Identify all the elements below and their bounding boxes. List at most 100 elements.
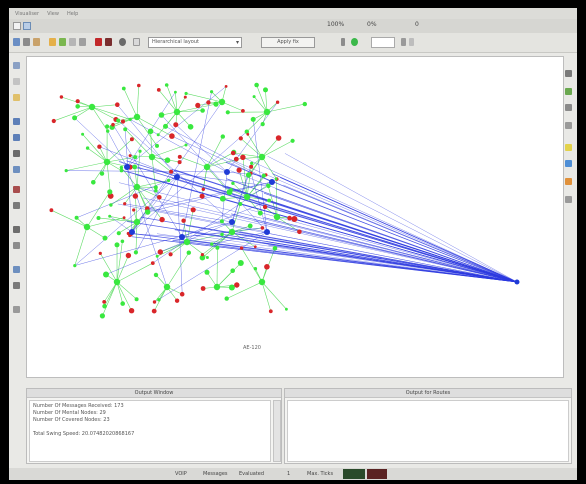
properties-tool-icon[interactable] bbox=[565, 196, 572, 203]
panel-tool-icon[interactable] bbox=[565, 70, 572, 77]
graph-hub-node bbox=[174, 174, 180, 180]
graph-node bbox=[204, 269, 210, 275]
graph-node bbox=[234, 282, 240, 288]
info-tool-icon[interactable] bbox=[13, 266, 20, 273]
graph-edge bbox=[261, 281, 272, 312]
new-file-icon[interactable] bbox=[13, 22, 21, 30]
search-tool-icon[interactable] bbox=[13, 282, 20, 289]
settings-tool-icon[interactable] bbox=[119, 38, 126, 46]
graph-node bbox=[228, 228, 236, 236]
graph-node bbox=[297, 229, 302, 235]
zoom-tool-icon[interactable] bbox=[13, 226, 20, 233]
graph-node bbox=[132, 208, 136, 212]
graph-edge bbox=[103, 281, 118, 303]
stop-tool-icon[interactable] bbox=[105, 38, 112, 46]
graph-node bbox=[154, 188, 158, 193]
zoom-out-icon[interactable] bbox=[409, 38, 414, 46]
graph-node bbox=[121, 86, 126, 91]
graph-edge bbox=[116, 281, 137, 300]
pencil-tool-icon[interactable] bbox=[565, 122, 572, 129]
graph-node bbox=[134, 297, 139, 302]
rotate-tool-icon[interactable] bbox=[13, 242, 20, 249]
graph-node bbox=[274, 177, 278, 181]
layout-tool-icon[interactable] bbox=[133, 38, 140, 46]
check-tool-icon[interactable] bbox=[59, 38, 66, 46]
record-tool-icon[interactable] bbox=[95, 38, 102, 46]
node-add-icon[interactable] bbox=[351, 38, 358, 46]
apply-button[interactable]: Apply fix bbox=[261, 37, 315, 48]
edge-tool-icon[interactable] bbox=[13, 134, 20, 141]
graph-node bbox=[237, 260, 244, 266]
output-line: Number Of Messages Received: 173 bbox=[33, 403, 124, 409]
graph-node bbox=[153, 185, 158, 190]
globe-tool-icon[interactable] bbox=[565, 160, 572, 167]
layer-grey-icon[interactable] bbox=[565, 104, 572, 111]
save-icon[interactable] bbox=[23, 22, 31, 30]
select-tool-icon[interactable] bbox=[13, 38, 20, 46]
move-tool-icon[interactable] bbox=[13, 202, 20, 209]
graph-node bbox=[260, 122, 265, 127]
output-scrollbar[interactable] bbox=[273, 400, 281, 462]
graph-node bbox=[210, 242, 214, 246]
graph-node bbox=[273, 213, 281, 221]
zoom-in-icon[interactable] bbox=[401, 38, 406, 46]
grid-tool-icon[interactable] bbox=[69, 38, 76, 46]
graph-node bbox=[220, 232, 224, 237]
graph-node bbox=[287, 215, 292, 221]
label-tool-icon[interactable] bbox=[13, 166, 20, 173]
graph-node bbox=[147, 128, 154, 135]
menu-item-view[interactable]: View bbox=[47, 11, 59, 17]
graph-node bbox=[103, 158, 111, 166]
graph-edge bbox=[87, 147, 108, 163]
graph-hub-node bbox=[124, 164, 130, 170]
output-line: Number Of Mental Nodes: 29 bbox=[33, 410, 106, 416]
graph-node bbox=[128, 154, 132, 158]
graph-node bbox=[97, 144, 102, 149]
menu-item-visualiser[interactable]: Visualiser bbox=[15, 11, 39, 17]
status-green-indicator bbox=[343, 469, 365, 479]
graph-edge bbox=[118, 182, 518, 283]
graph-node bbox=[123, 127, 128, 132]
graph-edge bbox=[124, 129, 133, 233]
graph-node bbox=[164, 83, 169, 87]
copy-tool-icon[interactable] bbox=[79, 38, 86, 46]
node-tool-icon[interactable] bbox=[13, 118, 20, 125]
layout-select-value: Hierarchical layout bbox=[152, 39, 199, 45]
graph-node bbox=[238, 136, 243, 141]
highlight-tool-icon[interactable] bbox=[565, 144, 572, 151]
cut-tool-icon[interactable] bbox=[13, 150, 20, 157]
hand-tool-icon[interactable] bbox=[13, 78, 20, 85]
graph-edge bbox=[179, 156, 208, 168]
status-red-indicator bbox=[367, 469, 387, 479]
graph-edge bbox=[86, 191, 111, 228]
graph-edge bbox=[266, 241, 518, 283]
folder-tool-icon[interactable] bbox=[49, 38, 56, 46]
left-tool-strip bbox=[11, 56, 23, 376]
delete-tool-icon[interactable] bbox=[13, 186, 20, 193]
graph-node bbox=[99, 313, 105, 319]
graph-node bbox=[159, 216, 165, 223]
graph-node bbox=[200, 286, 206, 291]
graph-node bbox=[105, 124, 110, 129]
graph-node bbox=[205, 256, 209, 259]
layer-green-icon[interactable] bbox=[565, 88, 572, 95]
graph-node bbox=[109, 203, 113, 207]
pointer-tool-icon[interactable] bbox=[13, 62, 20, 69]
export-tool-icon[interactable] bbox=[13, 306, 20, 313]
zoom-field[interactable] bbox=[371, 37, 395, 48]
graph-node bbox=[122, 216, 126, 220]
layout-select[interactable]: Hierarchical layout ▾ bbox=[148, 37, 242, 48]
graph-canvas[interactable]: AE-120 bbox=[26, 56, 564, 378]
graph-node bbox=[239, 246, 244, 250]
filter-tool-icon[interactable] bbox=[23, 38, 30, 46]
graph-node bbox=[116, 231, 121, 236]
graph-node bbox=[275, 135, 282, 141]
bucket-tool-icon[interactable] bbox=[33, 38, 40, 46]
graph-hub-node bbox=[129, 229, 135, 235]
palette-tool-icon[interactable] bbox=[565, 178, 572, 185]
brush-tool-icon[interactable] bbox=[13, 94, 20, 101]
graph-node bbox=[199, 193, 205, 199]
graph-node bbox=[74, 215, 79, 220]
menu-item-help[interactable]: Help bbox=[67, 11, 78, 17]
network-graph[interactable] bbox=[27, 57, 565, 379]
